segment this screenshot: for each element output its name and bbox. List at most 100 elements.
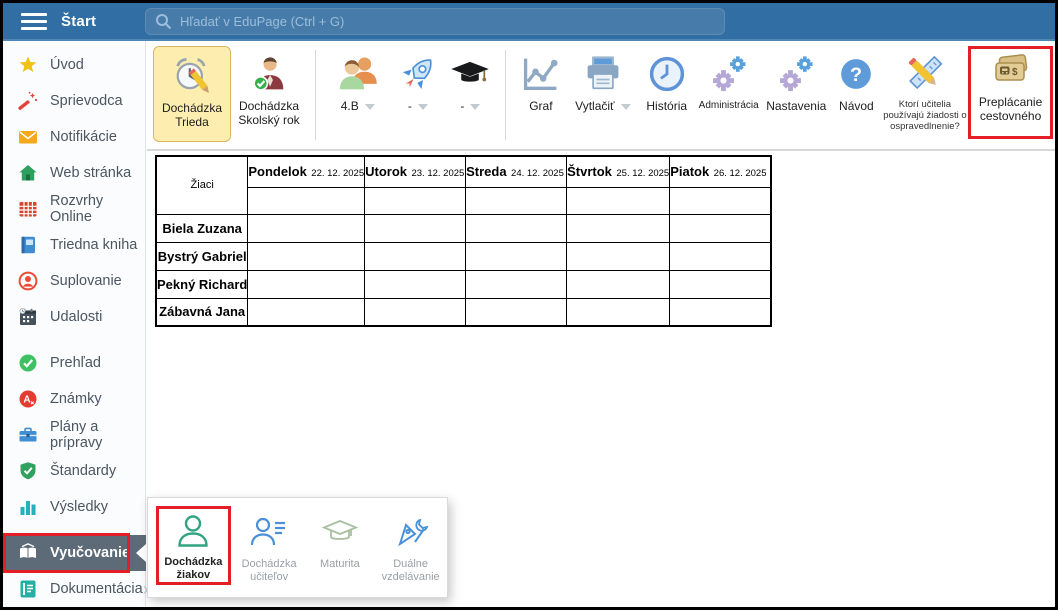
submenu-dochadzka-ziakov[interactable]: Dochádzka žiakov xyxy=(156,506,231,585)
sidebar-item-suplovanie[interactable]: Suplovanie xyxy=(3,263,145,299)
attendance-cell[interactable] xyxy=(466,187,567,214)
attendance-cell[interactable] xyxy=(365,214,466,242)
sidebar-item-prehlad[interactable]: Prehľad xyxy=(3,345,145,381)
sidebar-item-znamky[interactable]: A Známky xyxy=(3,381,145,417)
day-summary-row xyxy=(156,187,771,214)
gears-icon xyxy=(774,52,818,96)
toolbar-class-select[interactable]: 4.B xyxy=(324,46,392,114)
home-icon xyxy=(18,163,38,183)
sidebar-item-uvod[interactable]: Úvod xyxy=(3,47,145,83)
toolbar-navod[interactable]: ? Návod xyxy=(831,46,882,114)
teacher-list-icon xyxy=(249,513,289,553)
attendance-cell[interactable] xyxy=(365,270,466,298)
attendance-cell[interactable] xyxy=(567,270,670,298)
toolbar-nastavenia[interactable]: Nastavenia xyxy=(762,46,831,114)
magic-wand-icon xyxy=(18,91,38,111)
open-book-icon xyxy=(18,543,38,563)
attendance-cell[interactable] xyxy=(567,214,670,242)
search-box xyxy=(145,8,725,35)
attendance-cell[interactable] xyxy=(567,187,670,214)
toolbar-preplacanie-cestovneho[interactable]: $ Preplácanie cestovného xyxy=(968,46,1053,139)
pen-wrench-icon xyxy=(391,513,431,553)
rocket-icon xyxy=(396,52,440,96)
sidebar: Úvod Sprievodca Notifikácie Web stránka … xyxy=(3,41,146,607)
chevron-down-icon xyxy=(365,104,375,110)
sidebar-item-standardy[interactable]: Štandardy xyxy=(3,453,145,489)
sidebar-section-divider xyxy=(3,525,145,535)
attendance-cell[interactable] xyxy=(248,187,365,214)
toolbar-historia[interactable]: História xyxy=(638,46,696,114)
submenu-dochadzka-ucitelov[interactable]: Dochádzka učiteľov xyxy=(235,506,304,584)
popup-pointer-notch xyxy=(136,544,146,562)
hamburger-menu-icon[interactable] xyxy=(21,13,47,30)
toolbar-ktori-ucitelia[interactable]: Ktorí učitelia používajú žiadosti o ospr… xyxy=(882,46,968,133)
attendance-cell[interactable] xyxy=(466,298,567,326)
svg-text:A: A xyxy=(23,395,30,406)
attendance-cell[interactable] xyxy=(365,187,466,214)
line-chart-icon xyxy=(519,52,563,96)
star-icon xyxy=(18,55,38,75)
timetable-grid-icon xyxy=(18,199,38,219)
sidebar-item-vyucovanie[interactable]: Vyučovanie xyxy=(3,535,146,571)
sidebar-item-vysledky[interactable]: Výsledky xyxy=(3,489,145,525)
toolbar-administracia[interactable]: Administrácia xyxy=(696,46,762,112)
day-header-wednesday: Streda 24. 12. 2025 xyxy=(466,156,567,187)
toolbar-graduation-select[interactable]: - xyxy=(444,46,497,114)
day-header-thursday: Štvrtok 25. 12. 2025 xyxy=(567,156,670,187)
sidebar-item-dokumentacia[interactable]: Dokumentácia › xyxy=(3,571,145,607)
travel-tickets-icon: $ xyxy=(989,52,1033,92)
attendance-cell[interactable] xyxy=(670,187,771,214)
sidebar-item-web-stranka[interactable]: Web stránka xyxy=(3,155,145,191)
attendance-cell[interactable] xyxy=(248,270,365,298)
ruler-pencil-icon xyxy=(903,52,947,96)
attendance-cell[interactable] xyxy=(365,242,466,270)
chevron-down-icon xyxy=(470,104,480,110)
search-icon xyxy=(155,13,172,30)
students-column-header: Žiaci xyxy=(156,156,248,214)
student-person-icon xyxy=(173,512,213,552)
briefcase-icon xyxy=(18,425,38,445)
table-row: Biela Zuzana xyxy=(156,214,771,242)
toolbar-separator xyxy=(505,50,506,140)
attendance-cell[interactable] xyxy=(248,214,365,242)
sidebar-item-rozvrhy-online[interactable]: Rozvrhy Online xyxy=(3,191,145,227)
toolbar-graf[interactable]: Graf xyxy=(514,46,568,114)
sidebar-item-sprievodca[interactable]: Sprievodca xyxy=(3,83,145,119)
search-input[interactable] xyxy=(145,8,725,35)
toolbar-vytlacit[interactable]: Vytlačiť xyxy=(568,46,637,114)
graduation-cap-icon xyxy=(448,52,492,96)
attendance-cell[interactable] xyxy=(466,214,567,242)
start-menu-title[interactable]: Štart xyxy=(61,13,96,30)
attendance-cell[interactable] xyxy=(567,298,670,326)
sidebar-item-triedna-kniha[interactable]: Triedna kniha xyxy=(3,227,145,263)
attendance-cell[interactable] xyxy=(670,270,771,298)
attendance-cell[interactable] xyxy=(567,242,670,270)
attendance-cell[interactable] xyxy=(670,214,771,242)
toolbar-dochadzka-trieda[interactable]: Dochádzka Trieda xyxy=(153,46,231,142)
sidebar-item-udalosti[interactable]: Udalosti xyxy=(3,299,145,335)
student-name: Pekný Richard xyxy=(156,270,248,298)
toolbar-rocket-select[interactable]: - xyxy=(392,46,445,114)
check-circle-icon xyxy=(18,353,38,373)
attendance-cell[interactable] xyxy=(248,242,365,270)
attendance-cell[interactable] xyxy=(365,298,466,326)
grade-circle-icon: A xyxy=(18,389,38,409)
attendance-cell[interactable] xyxy=(670,242,771,270)
submenu-maturita[interactable]: Maturita xyxy=(306,506,375,571)
printer-icon xyxy=(581,52,625,96)
attendance-cell[interactable] xyxy=(670,298,771,326)
sidebar-item-notifikacie[interactable]: Notifikácie xyxy=(3,119,145,155)
document-icon xyxy=(18,579,38,599)
sidebar-item-plany-a-pripravy[interactable]: Plány a prípravy xyxy=(3,417,145,453)
attendance-cell[interactable] xyxy=(466,270,567,298)
question-circle-icon: ? xyxy=(834,52,878,96)
teacher-check-icon xyxy=(247,52,291,96)
submenu-dualne-vzdelavanie[interactable]: Duálne vzdelávanie xyxy=(376,506,445,584)
envelope-icon xyxy=(18,127,38,147)
attendance-cell[interactable] xyxy=(248,298,365,326)
day-header-tuesday: Utorok 23. 12. 2025 xyxy=(365,156,466,187)
alarm-clock-pencil-icon xyxy=(170,54,214,98)
toolbar-dochadzka-skolsky-rok[interactable]: Dochádzka Skolský rok xyxy=(231,46,307,128)
calendar-clock-icon xyxy=(18,307,38,327)
attendance-cell[interactable] xyxy=(466,242,567,270)
